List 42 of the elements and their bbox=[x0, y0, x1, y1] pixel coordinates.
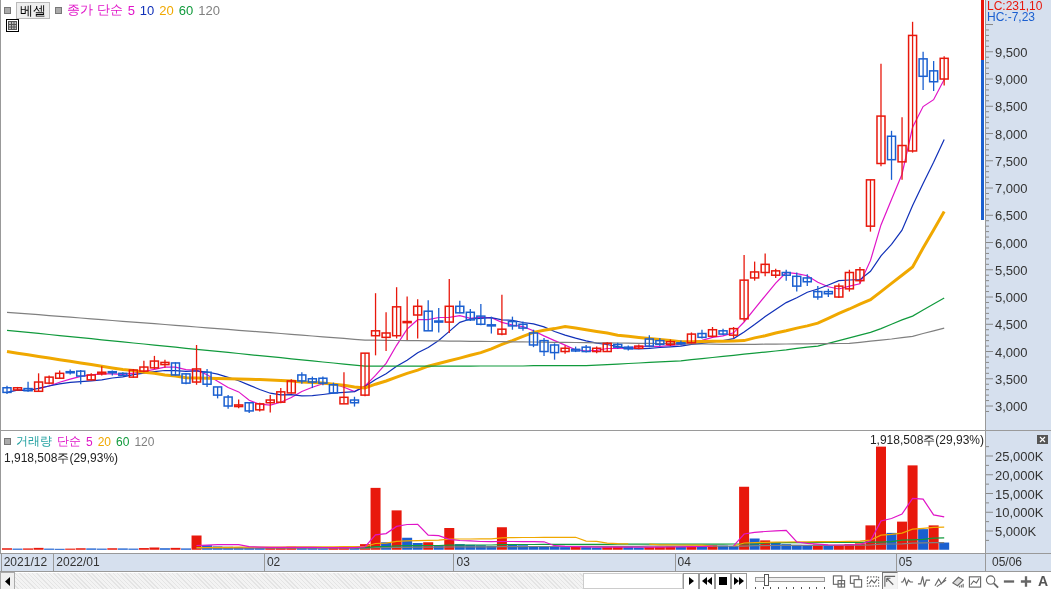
legend-item: 20 bbox=[159, 2, 174, 18]
axis-label: 10,000K bbox=[995, 505, 1044, 521]
legend-item: 120 bbox=[134, 434, 155, 449]
axis-label: 3,500 bbox=[995, 371, 1028, 387]
axis-label: 5,000K bbox=[995, 524, 1037, 539]
axis-label: 9,500 bbox=[995, 44, 1028, 60]
axis-label: 20,000K bbox=[995, 467, 1044, 483]
axis-label: 6,000 bbox=[995, 235, 1028, 251]
legend-item: 20 bbox=[97, 434, 112, 449]
legend-item: 60 bbox=[116, 434, 130, 449]
volume-reading: 1,918,508주(29,93%) bbox=[869, 432, 984, 449]
date-label: 03 bbox=[453, 554, 470, 571]
legend-label: 단순 bbox=[57, 433, 81, 450]
axis-label: 25,000K bbox=[995, 449, 1044, 464]
indicator-value: LC:231,10 bbox=[987, 1, 1043, 12]
legend-item: 5 bbox=[86, 434, 93, 449]
legend-label: 거래량 bbox=[16, 433, 52, 450]
date-label: 05/06 bbox=[992, 555, 1023, 569]
axis-label: 3,000 bbox=[995, 399, 1028, 414]
axis-label: 7,500 bbox=[995, 153, 1028, 169]
axis-label: 8,000 bbox=[995, 126, 1028, 142]
legend-item: 5 bbox=[127, 2, 135, 18]
axis-label: 5,000 bbox=[995, 290, 1028, 305]
indicator-value: HC:-7,23 bbox=[987, 12, 1036, 23]
legend-item: 10 bbox=[139, 2, 155, 18]
axis-label: 4,000 bbox=[995, 344, 1028, 360]
date-label: 02 bbox=[263, 554, 281, 571]
date-label: 05 bbox=[895, 554, 913, 571]
date-label: 04 bbox=[674, 554, 691, 571]
legend-item: 60 bbox=[178, 2, 194, 18]
axis-label: 15,000K bbox=[995, 486, 1044, 502]
axis-label: 5,500 bbox=[995, 262, 1028, 278]
date-label: 2021/12 bbox=[0, 554, 48, 571]
axis-label: 7,000 bbox=[995, 181, 1028, 196]
axis-label: 4,500 bbox=[995, 317, 1028, 333]
axis-label: 8,500 bbox=[995, 99, 1028, 115]
legend-item: 120 bbox=[198, 2, 220, 18]
legend-label: 종가 단순 bbox=[67, 1, 123, 19]
volume-reading: 1,918,508주(29,93%) bbox=[4, 450, 120, 467]
axis-label: 9,000 bbox=[995, 72, 1028, 87]
axis-label: 6,500 bbox=[995, 208, 1028, 224]
date-label: 2022/01 bbox=[53, 554, 100, 571]
